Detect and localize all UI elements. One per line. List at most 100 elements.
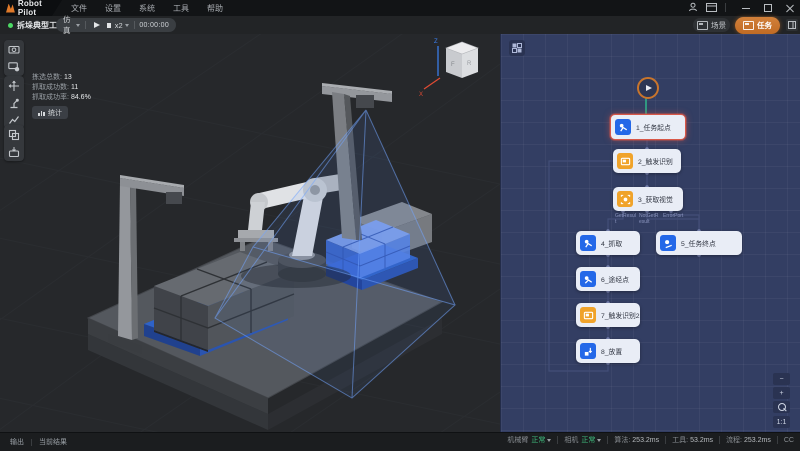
- stat-row: 拣选总数:13: [32, 73, 91, 83]
- tab-current-result[interactable]: 当前结果: [39, 437, 67, 447]
- node-label: 3_获取视觉: [638, 194, 673, 204]
- flow-node-grab[interactable]: 4_抓取: [576, 231, 640, 255]
- divider: [777, 436, 778, 444]
- menubar: 文件 设置 系统 工具 帮助: [62, 0, 232, 16]
- status-label: 机械臂: [507, 435, 528, 445]
- flow-start-node[interactable]: [637, 77, 659, 99]
- port-label-error-port: ErrorPort: [663, 214, 685, 220]
- status-camera[interactable]: 相机 正常: [564, 435, 601, 445]
- speed-select[interactable]: x2: [115, 21, 123, 30]
- x-axis-label: X: [419, 92, 423, 98]
- capture-export-icon[interactable]: [6, 145, 22, 158]
- flow-node-trigger-recognition-2[interactable]: 7_触发识别2: [576, 303, 640, 327]
- tab-output[interactable]: 输出: [10, 437, 24, 447]
- device-status: 机械臂 正常 相机 正常 算法: 253.2ms 工具: 53.2ms 流程: …: [507, 435, 794, 445]
- stat-row: 抓取成功率:84.6%: [32, 93, 91, 103]
- port-label-get-result: GetResult: [615, 214, 637, 225]
- window-layout-icon[interactable]: [706, 3, 717, 12]
- sidebar-view-group: [4, 40, 24, 76]
- statistics-label: 统计: [48, 108, 62, 118]
- window-controls: [742, 0, 794, 16]
- menu-file[interactable]: 文件: [62, 3, 96, 14]
- camera-view-icon[interactable]: [6, 43, 22, 56]
- status-value: 正常: [581, 435, 595, 445]
- node-label: 1_任务起点: [636, 122, 671, 132]
- titlebar-icons: [688, 2, 726, 12]
- status-label: 相机: [564, 435, 578, 445]
- task-icon: [743, 21, 754, 30]
- chevron-down-icon: [597, 439, 601, 442]
- status-label: 流程:: [726, 435, 742, 445]
- flow-grid-button[interactable]: [509, 40, 525, 56]
- status-algorithm-time: 算法: 253.2ms: [614, 435, 659, 445]
- node-label: 5_任务终点: [681, 238, 716, 248]
- divider: [719, 436, 720, 444]
- statistics-icon: [38, 110, 45, 116]
- flow-node-trigger-recognition[interactable]: 2_触发识别: [613, 149, 681, 173]
- divider: [85, 21, 86, 29]
- status-badge: CC: [784, 437, 794, 444]
- close-button[interactable]: [786, 4, 794, 12]
- node-label: 6_途经点: [601, 274, 629, 284]
- zoom-fit-button[interactable]: [773, 401, 790, 413]
- stat-label: 抓取成功数:: [32, 84, 69, 91]
- zoom-out-button[interactable]: −: [773, 373, 790, 385]
- divider: [134, 21, 135, 29]
- menu-system[interactable]: 系统: [130, 3, 164, 14]
- trigger-recognition-icon: [617, 153, 633, 169]
- stat-value: 11: [71, 84, 78, 91]
- task-end-icon: [660, 235, 676, 251]
- stat-label: 抓取成功率:: [32, 94, 69, 101]
- status-value: 253.2ms: [632, 437, 659, 444]
- scene-tab-button[interactable]: 场景: [693, 18, 730, 32]
- play-button[interactable]: [94, 22, 100, 28]
- camera-settings-icon[interactable]: [6, 60, 22, 73]
- chevron-down-icon: [125, 24, 129, 27]
- x-axis: [424, 78, 440, 89]
- task-flow-panel[interactable]: 1_任务起点 2_触发识别 3_获取视觉 GetResult NotGetRes…: [500, 34, 800, 432]
- scene-icon: [697, 21, 708, 30]
- 3d-viewport[interactable]: F R Z X: [0, 34, 500, 432]
- zoom-in-button[interactable]: +: [773, 387, 790, 399]
- flow-node-waypoint[interactable]: 6_途经点: [576, 267, 640, 291]
- minimize-button[interactable]: [742, 8, 750, 9]
- status-robot-arm[interactable]: 机械臂 正常: [507, 435, 551, 445]
- coordinate-jog-icon[interactable]: [6, 79, 22, 92]
- flow-node-get-vision[interactable]: 3_获取视觉: [613, 187, 683, 211]
- task-start-icon: [615, 119, 631, 135]
- layers-copy-icon[interactable]: [6, 128, 22, 141]
- port-label-not-get-result: NotGetResult: [639, 214, 661, 225]
- mode-select[interactable]: 仿真: [63, 14, 74, 36]
- camera-head: [356, 95, 374, 108]
- flow-node-task-start[interactable]: 1_任务起点: [610, 114, 686, 140]
- task-tab-label: 任务: [757, 20, 772, 31]
- node-label: 7_触发识别2: [601, 310, 640, 320]
- chevron-down-icon: [76, 24, 80, 27]
- stop-button[interactable]: [107, 23, 111, 28]
- flow-node-task-end[interactable]: 5_任务终点: [656, 231, 742, 255]
- maximize-button[interactable]: [764, 4, 772, 12]
- camera-head: [166, 192, 182, 204]
- task-tab-button[interactable]: 任务: [735, 17, 780, 34]
- nav-cube[interactable]: F R Z X: [419, 39, 478, 98]
- flow-node-place[interactable]: 8_放置: [576, 339, 640, 363]
- stat-value: 84.6%: [71, 94, 91, 101]
- pick-stats: 拣选总数:13 抓取成功数:11 抓取成功率:84.6%: [32, 73, 91, 103]
- node-label: 8_放置: [601, 346, 622, 356]
- user-icon[interactable]: [688, 2, 698, 12]
- menu-settings[interactable]: 设置: [96, 3, 130, 14]
- status-value: 253.2ms: [744, 437, 771, 444]
- statistics-button[interactable]: 统计: [32, 106, 68, 119]
- app-name: Robot Pilot: [18, 0, 62, 17]
- menu-help[interactable]: 帮助: [198, 3, 232, 14]
- robot-arm-icon[interactable]: [6, 96, 22, 109]
- zoom-reset-button[interactable]: 1:1: [773, 416, 790, 428]
- divider: [665, 436, 666, 444]
- status-flow-time: 流程: 253.2ms: [726, 435, 771, 445]
- node-label: 2_触发识别: [638, 156, 673, 166]
- waypoint-icon: [580, 271, 596, 287]
- project-status-dot: [8, 23, 13, 28]
- scene-tab-label: 场景: [711, 20, 726, 31]
- menu-tools[interactable]: 工具: [164, 3, 198, 14]
- panel-toggle-button[interactable]: [786, 19, 798, 31]
